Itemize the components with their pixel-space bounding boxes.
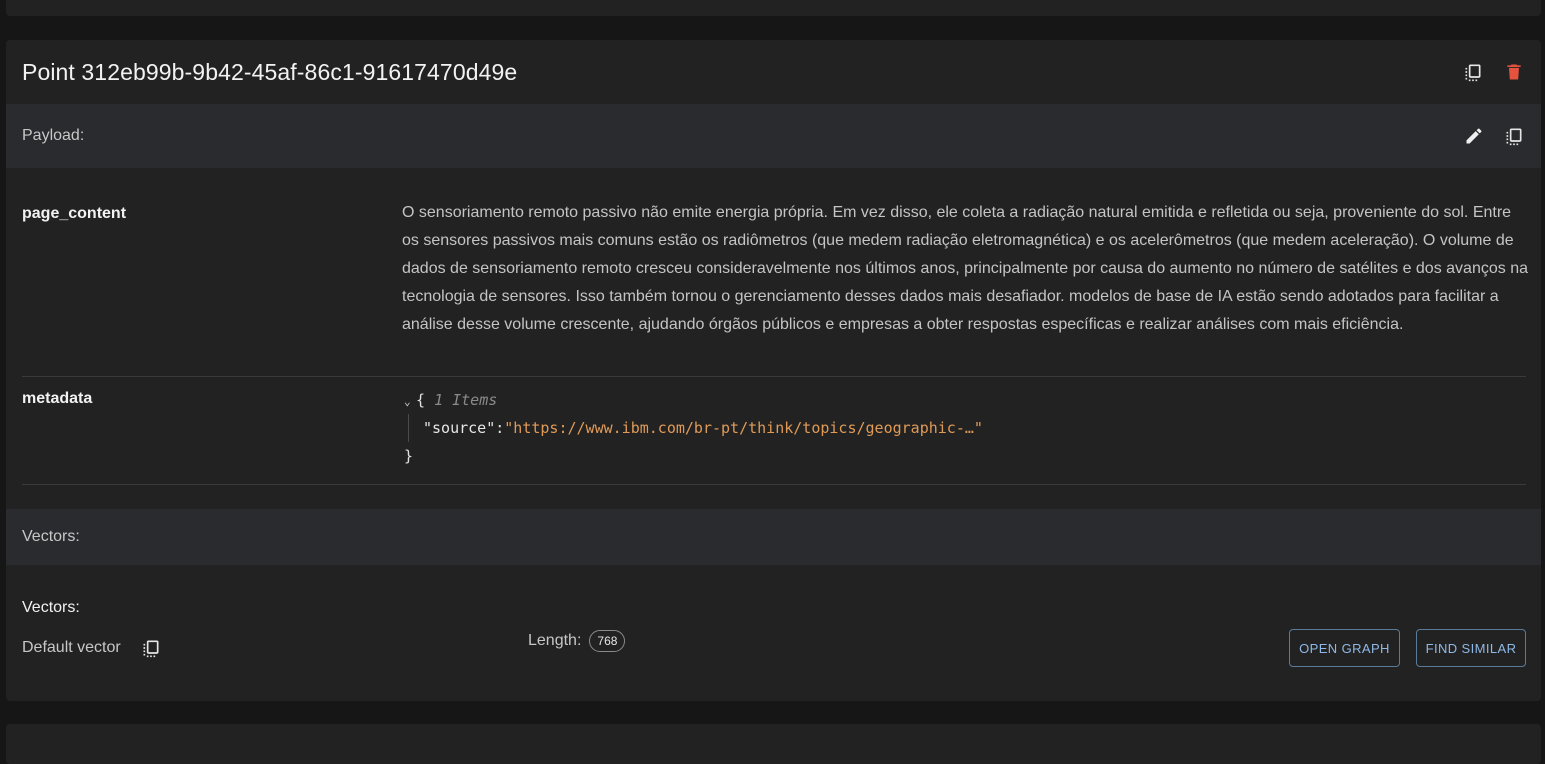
payload-field-key-page-content: page_content — [22, 205, 127, 222]
point-title: Point 312eb99b-9b42-45af-86c1-91617470d4… — [22, 59, 518, 85]
json-entry-value[interactable]: "https://www.ibm.com/br-pt/think/topics/… — [504, 419, 983, 437]
copy-point-button[interactable] — [1461, 60, 1485, 84]
payload-label: Payload: — [22, 127, 85, 144]
open-graph-button[interactable]: OPEN GRAPH — [1289, 629, 1400, 667]
vector-length-label: Length: — [528, 632, 582, 649]
payload-field-value-page-content: O sensoriamento remoto passivo não emite… — [402, 204, 1528, 333]
json-object-close: } — [404, 442, 983, 470]
delete-point-button[interactable] — [1502, 60, 1526, 84]
default-vector-label: Default vector — [22, 639, 121, 656]
copy-icon — [143, 640, 159, 658]
point-card-header: Point 312eb99b-9b42-45af-86c1-91617470d4… — [6, 40, 1541, 104]
next-point-card — [6, 724, 1541, 764]
copy-icon — [1465, 64, 1481, 82]
metadata-json-viewer: ⌄{ 1 Items "source":"https://www.ibm.com… — [404, 386, 983, 470]
vectors-section-label: Vectors: — [22, 528, 80, 545]
vectors-section-bar: Vectors: — [6, 509, 1541, 565]
json-object-open: ⌄{ 1 Items — [404, 386, 983, 414]
trash-icon — [1507, 64, 1521, 80]
copy-vector-button[interactable] — [139, 636, 163, 660]
payload-divider — [22, 376, 1526, 377]
vector-length-badge: 768 — [589, 630, 626, 652]
collapse-caret-icon[interactable]: ⌄ — [404, 388, 416, 416]
json-entry-key: "source" — [423, 419, 496, 437]
copy-payload-button[interactable] — [1502, 124, 1526, 148]
previous-point-card — [6, 0, 1541, 16]
payload-section-bar: Payload: — [6, 104, 1541, 168]
payload-bottom-divider — [22, 484, 1526, 485]
json-entry-source: "source":"https://www.ibm.com/br-pt/thin… — [404, 414, 983, 442]
json-close-brace: } — [404, 447, 414, 465]
json-colon: : — [495, 419, 505, 437]
edit-payload-button[interactable] — [1462, 124, 1486, 148]
find-similar-button[interactable]: FIND SIMILAR — [1416, 629, 1526, 667]
pencil-icon — [1466, 128, 1482, 144]
json-open-brace: { — [416, 391, 426, 409]
vectors-title: Vectors: — [22, 599, 80, 616]
payload-field-key-metadata: metadata — [22, 390, 93, 407]
json-items-count: 1 Items — [434, 391, 498, 409]
point-card: Point 312eb99b-9b42-45af-86c1-91617470d4… — [6, 40, 1541, 701]
vector-length: Length: 768 — [528, 630, 626, 652]
copy-icon — [1506, 128, 1522, 146]
